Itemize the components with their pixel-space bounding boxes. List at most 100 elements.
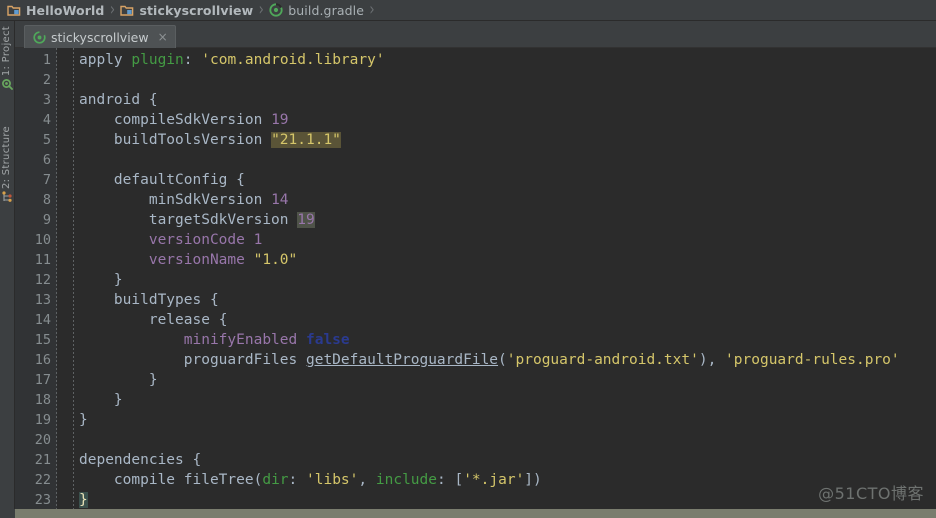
code-token: { (148, 92, 158, 108)
code-line[interactable]: 11 versionName "1.0" (15, 250, 936, 270)
code-line[interactable]: 10 versionCode 1 (15, 230, 936, 250)
sidebar-item-project[interactable]: 1: Project (0, 23, 14, 95)
code-line-text: buildTypes { (79, 290, 219, 310)
code-token: : [ (436, 472, 464, 488)
structure-icon (1, 191, 13, 207)
line-number: 7 (42, 172, 51, 188)
code-line-text: apply plugin: 'com.android.library' (79, 50, 385, 70)
code-line[interactable]: 5 buildToolsVersion "21.1.1" (15, 130, 936, 150)
code-token: { (236, 172, 245, 188)
code-token: buildToolsVersion (79, 132, 272, 148)
breadcrumb-item-stickyscrollview[interactable]: stickyscrollview (118, 0, 255, 20)
code-line-text: versionName "1.0" (79, 250, 297, 270)
code-token: android (79, 92, 149, 108)
code-token: versionCode (79, 232, 254, 248)
code-token: include (375, 472, 437, 488)
code-token: ]) (524, 472, 542, 488)
line-number: 13 (34, 292, 51, 308)
code-token: versionName (79, 252, 254, 268)
code-line-text: compileSdkVersion 19 (79, 110, 289, 130)
line-number: 11 (34, 252, 51, 268)
breadcrumb-label: stickyscrollview (139, 2, 254, 18)
code-line-text: dependencies { (79, 450, 201, 470)
editor-tab-label: stickyscrollview (51, 29, 149, 45)
code-line[interactable]: 9 targetSdkVersion 19 (15, 210, 936, 230)
bottom-left-corner (0, 509, 15, 518)
breadcrumb-separator: › (369, 0, 375, 21)
code-line[interactable]: 6 (15, 150, 936, 170)
breadcrumb-separator: › (258, 0, 264, 21)
line-number: 15 (34, 332, 51, 348)
code-line-text: } (79, 410, 88, 430)
code-line[interactable]: 18 } (15, 390, 936, 410)
code-line[interactable]: 15 minifyEnabled false (15, 330, 936, 350)
breadcrumb: HelloWorld › stickyscrollview › build.gr… (0, 0, 936, 21)
code-token: 'libs' (306, 472, 359, 488)
sidebar-item-label: 2: Structure (1, 126, 12, 190)
line-number: 8 (42, 192, 51, 208)
breadcrumb-item-helloworld[interactable]: HelloWorld (5, 0, 106, 20)
code-token: : (183, 52, 202, 68)
code-line-text: minSdkVersion 14 (79, 190, 289, 210)
code-line[interactable]: 12 } (15, 270, 936, 290)
code-token: } (79, 412, 88, 428)
code-token: } (79, 492, 88, 508)
line-number: 5 (42, 132, 51, 148)
code-token: 19 (297, 212, 315, 228)
sidebar-item-structure[interactable]: 2: Structure (0, 123, 14, 209)
code-line-text: compile fileTree(dir: 'libs', include: [… (79, 470, 542, 490)
code-token: proguardFiles (79, 352, 306, 368)
sidebar-item-label: 1: Project (1, 26, 12, 77)
code-line[interactable]: 20 (15, 430, 936, 450)
horizontal-scrollbar[interactable] (0, 509, 936, 518)
code-token: '*.jar' (463, 472, 525, 488)
line-number: 2 (42, 72, 51, 88)
code-token: { (209, 292, 219, 308)
close-icon[interactable]: × (157, 31, 169, 43)
code-line[interactable]: 13 buildTypes { (15, 290, 936, 310)
code-token: { (192, 452, 202, 468)
code-line[interactable]: 17 } (15, 370, 936, 390)
code-line[interactable]: 19} (15, 410, 936, 430)
code-editor[interactable]: 1 apply plugin: 'com.android.library' 2 3 an… (15, 48, 936, 509)
code-token: : (288, 472, 307, 488)
code-line[interactable]: 1 apply plugin: 'com.android.library' (15, 50, 936, 70)
gradle-file-icon (33, 30, 46, 44)
code-line[interactable]: 22 compile fileTree(dir: 'libs', include… (15, 470, 936, 490)
code-token: } (79, 372, 158, 388)
code-line[interactable]: 7 defaultConfig { (15, 170, 936, 190)
code-line[interactable]: 23} (15, 490, 936, 509)
code-token: } (79, 392, 123, 408)
line-number: 14 (34, 312, 51, 328)
code-token: buildTypes (79, 292, 210, 308)
code-line-text: versionCode 1 (79, 230, 263, 250)
line-number: 3 (42, 92, 51, 108)
breadcrumb-separator: › (109, 0, 116, 21)
line-number: 18 (34, 392, 51, 408)
code-token: defaultConfig (79, 172, 237, 188)
code-token: "1.0" (253, 252, 298, 268)
code-line[interactable]: 2 (15, 70, 936, 90)
line-number: 4 (42, 112, 51, 128)
code-line[interactable]: 21 dependencies { (15, 450, 936, 470)
code-token: apply (79, 52, 132, 68)
code-token: getDefaultProguardFile (305, 352, 499, 368)
code-line[interactable]: 16 proguardFiles getDefaultProguardFile(… (15, 350, 936, 370)
code-line-text: minifyEnabled false (79, 330, 350, 350)
line-number: 6 (42, 152, 51, 168)
code-line-text: android { (79, 90, 158, 110)
editor-tab-row: stickyscrollview × (15, 21, 936, 49)
editor-tab-stickyscrollview[interactable]: stickyscrollview × (24, 25, 176, 48)
code-token: 1 (253, 232, 263, 248)
code-line[interactable]: 14 release { (15, 310, 936, 330)
code-token: ), (698, 352, 726, 368)
line-number: 10 (34, 232, 51, 248)
code-token: ( (498, 352, 507, 368)
code-line-text: } (79, 390, 123, 410)
code-line-text: buildToolsVersion "21.1.1" (79, 130, 341, 150)
breadcrumb-item-build-gradle[interactable]: build.gradle (267, 0, 366, 20)
code-line[interactable]: 8 minSdkVersion 14 (15, 190, 936, 210)
code-content[interactable]: 1 apply plugin: 'com.android.library' 2 3 an… (15, 48, 936, 509)
code-line[interactable]: 4 compileSdkVersion 19 (15, 110, 936, 130)
code-line[interactable]: 3 android { (15, 90, 936, 110)
